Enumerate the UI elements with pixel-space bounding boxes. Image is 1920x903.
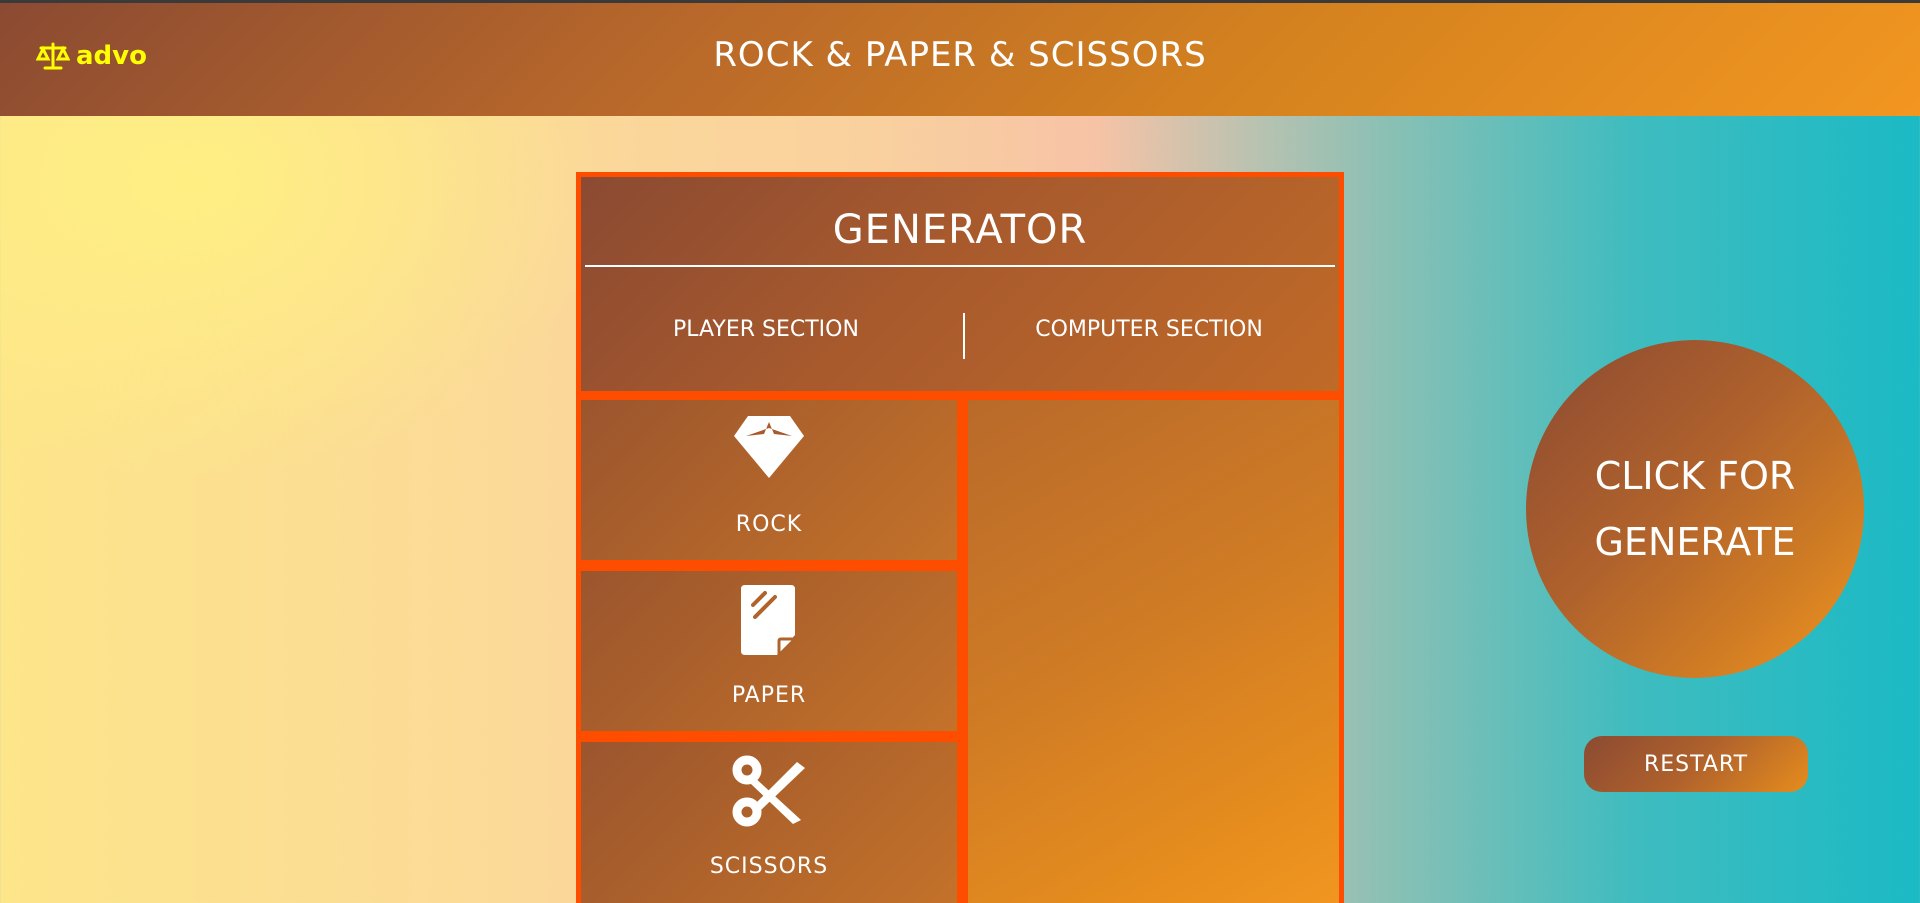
app-title: ROCK & PAPER & SCISSORS bbox=[713, 35, 1207, 75]
paper-label: PAPER bbox=[731, 683, 807, 708]
generate-button[interactable]: CLICK FOR GENERATE bbox=[1526, 340, 1864, 678]
player-section-label: PLAYER SECTION bbox=[673, 317, 859, 342]
top-bar: advo ROCK & PAPER & SCISSORS bbox=[0, 0, 1920, 116]
gem-icon bbox=[581, 412, 957, 480]
generate-button-label: CLICK FOR GENERATE bbox=[1594, 443, 1795, 575]
generator-panel: GENERATOR PLAYER SECTION COMPUTER SECTIO… bbox=[576, 172, 1344, 903]
paper-icon bbox=[581, 583, 957, 659]
restart-button[interactable]: RESTART bbox=[1584, 736, 1808, 792]
rock-choice-button[interactable]: ROCK bbox=[581, 400, 957, 560]
generate-line-2: GENERATE bbox=[1594, 520, 1796, 564]
computer-result-panel bbox=[968, 400, 1339, 903]
generator-title: GENERATOR bbox=[832, 207, 1088, 253]
generate-line-1: CLICK FOR bbox=[1594, 454, 1796, 498]
scissors-choice-button[interactable]: SCISSORS bbox=[581, 742, 957, 903]
scissors-label: SCISSORS bbox=[709, 854, 829, 879]
paper-choice-button[interactable]: PAPER bbox=[581, 571, 957, 731]
computer-section-label: COMPUTER SECTION bbox=[1035, 317, 1263, 342]
scissors-icon bbox=[581, 754, 957, 828]
rock-label: ROCK bbox=[735, 512, 803, 537]
header-divider bbox=[585, 265, 1335, 267]
generator-header: GENERATOR PLAYER SECTION COMPUTER SECTIO… bbox=[581, 177, 1339, 391]
